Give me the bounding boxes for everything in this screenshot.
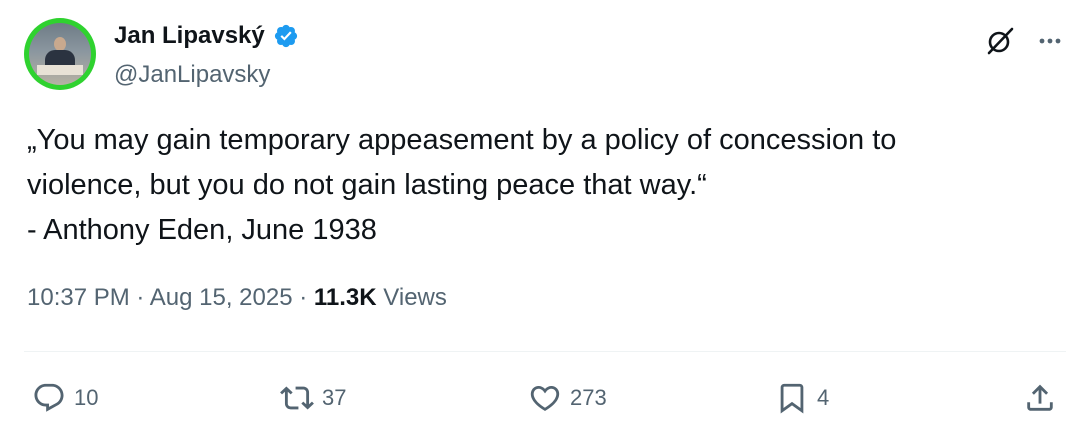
tweet-meta: 10:37 PM · Aug 15, 2025 · 11.3K Views	[27, 284, 447, 312]
author-handle[interactable]: @JanLipavsky	[114, 61, 270, 89]
more-button[interactable]	[1033, 24, 1067, 58]
tweet-text-line: violence, but you do not gain lasting pe…	[27, 169, 707, 201]
tweet-text-line: „You may gain temporary appeasement by a…	[27, 124, 897, 156]
avatar[interactable]	[24, 18, 96, 90]
retweet-count: 37	[322, 385, 347, 410]
reply-count: 10	[74, 385, 99, 410]
meta-separator: ·	[136, 284, 145, 311]
more-icon	[1039, 38, 1061, 44]
like-count: 273	[570, 385, 607, 410]
reply-icon	[34, 383, 64, 412]
like-button[interactable]: 273	[528, 378, 607, 418]
bookmark-button[interactable]: 4	[775, 378, 829, 418]
tweet-time[interactable]: 10:37 PM	[27, 284, 130, 311]
tweet-text: „You may gain temporary appeasement by a…	[27, 118, 1067, 253]
tweet-card: Jan Lipavský @JanLipavsky „You may gain …	[0, 0, 1088, 436]
retweet-icon	[280, 386, 314, 410]
avatar-photo	[29, 23, 91, 85]
retweet-button[interactable]: 37	[280, 378, 346, 418]
heart-icon	[530, 385, 560, 411]
share-button[interactable]	[1023, 378, 1057, 418]
reply-button[interactable]: 10	[32, 378, 98, 418]
author-name-row: Jan Lipavský	[114, 22, 299, 50]
divider	[24, 351, 1066, 352]
grok-icon	[987, 27, 1014, 55]
bookmark-icon	[780, 383, 804, 414]
tweet-date[interactable]: Aug 15, 2025	[150, 284, 293, 311]
share-icon	[1027, 384, 1053, 411]
grok-button[interactable]	[984, 24, 1018, 58]
views-label: Views	[383, 284, 447, 311]
author-name[interactable]: Jan Lipavský	[114, 22, 265, 50]
bookmark-count: 4	[817, 385, 830, 410]
verified-badge-icon	[274, 24, 297, 48]
tweet-text-line: - Anthony Eden, June 1938	[27, 214, 377, 246]
views-count[interactable]: 11.3K	[314, 284, 377, 311]
meta-separator: ·	[299, 284, 308, 311]
